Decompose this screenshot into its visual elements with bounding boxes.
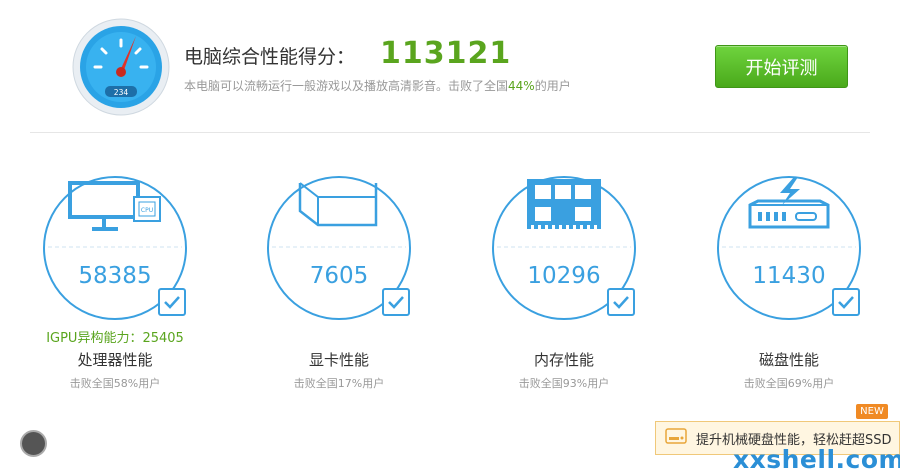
igpu-score: IGPU异构能力：25405 — [46, 331, 184, 346]
start-benchmark-button[interactable]: 开始评测 — [715, 45, 848, 88]
new-badge: NEW — [856, 404, 888, 419]
check-icon — [382, 288, 410, 316]
beat-percent: 44% — [508, 79, 535, 93]
gpu-score: 7605 — [309, 263, 369, 289]
check-icon — [607, 288, 635, 316]
cpu-label: 处理器性能 — [77, 351, 153, 369]
cpu-rank: 击败全国58%用户 — [69, 377, 161, 390]
graphics-cube-icon — [298, 182, 378, 227]
speedometer-icon: 234 — [72, 18, 170, 116]
cpu-monitor-icon: CPU — [68, 181, 161, 231]
disk-score: 11430 — [752, 263, 826, 289]
desc-prefix: 本电脑可以流畅运行一般游戏以及播放高清影音。击败了全国 — [184, 79, 509, 93]
memory-chip-icon — [527, 179, 601, 229]
check-icon — [158, 288, 186, 316]
disk-label: 磁盘性能 — [758, 351, 819, 369]
cpu-card: CPU 58385 IGPU异构能力：25405 处理器性能 击败全国58%用户 — [42, 175, 242, 395]
score-title: 电脑综合性能得分： — [184, 46, 356, 68]
gpu-rank: 击败全国17%用户 — [293, 377, 385, 390]
gpu-card: 7605 显卡性能 击败全国17%用户 — [266, 175, 466, 395]
score-description: 本电脑可以流畅运行一般游戏以及播放高清影音。击败了全国44%的用户 — [184, 77, 571, 94]
memory-label: 内存性能 — [533, 351, 594, 369]
desc-suffix: 的用户 — [534, 79, 571, 93]
cpu-chip-label: CPU — [141, 207, 153, 214]
hard-disk-icon — [748, 177, 830, 229]
memory-score: 10296 — [527, 263, 601, 289]
overall-score: 113121 — [380, 36, 512, 71]
check-icon — [832, 288, 860, 316]
header-divider — [30, 132, 870, 133]
disk-rank: 击败全国69%用户 — [743, 377, 835, 390]
user-avatar[interactable] — [20, 430, 47, 457]
cpu-score: 58385 — [78, 263, 152, 289]
hard-disk-promo-icon — [664, 426, 688, 450]
disk-card: 11430 磁盘性能 击败全国69%用户 — [716, 175, 900, 395]
site-watermark: xxshell.com — [733, 445, 900, 470]
gpu-label: 显卡性能 — [308, 351, 369, 369]
memory-card: 10296 内存性能 击败全国93%用户 — [491, 175, 691, 395]
gauge-display: 234 — [114, 88, 129, 97]
memory-rank: 击败全国93%用户 — [518, 377, 610, 390]
